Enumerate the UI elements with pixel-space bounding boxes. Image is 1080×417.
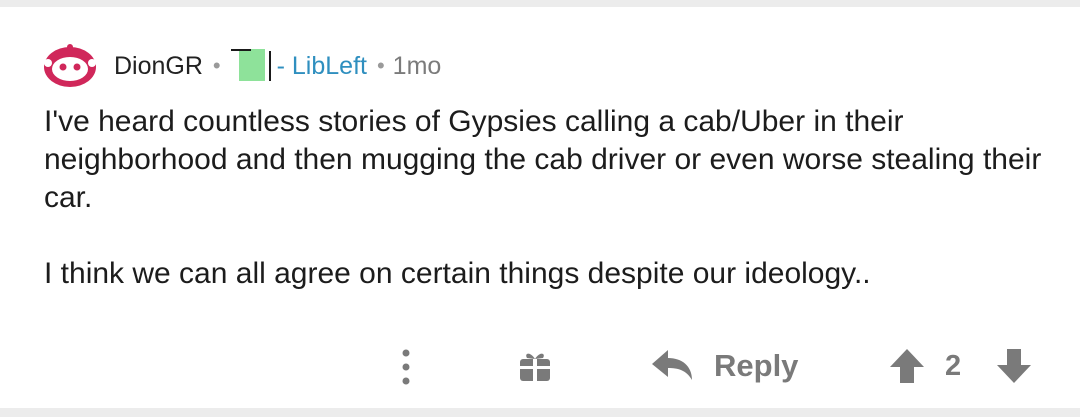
comment-header: DionGR • - LibLeft • 1mo [42,43,441,89]
snoo-avatar-icon[interactable] [42,43,98,89]
vote-score: 2 [945,350,962,382]
comment-time: 1mo [392,51,442,80]
downvote-icon[interactable] [995,347,1033,385]
comment-paragraph: I think we can all agree on certain thin… [44,257,871,290]
more-options-icon[interactable] [397,347,415,387]
meta-separator: • [212,53,221,78]
reply-label: Reply [714,348,799,383]
upvote-icon[interactable] [888,347,926,385]
comment-card: DionGR • - LibLeft • 1mo I've heard coun… [0,7,1080,408]
reply-button[interactable]: Reply [650,341,798,391]
comment-actions: Reply 2 [0,337,1080,393]
comment-paragraph: I've heard countless stories of Gypsies … [44,105,1042,214]
reply-arrow-icon [652,350,692,380]
comment-body: I've heard countless stories of Gypsies … [44,103,1044,293]
user-flair: - LibLeft [276,51,367,80]
flair-icon [230,47,271,85]
gift-icon[interactable] [518,349,552,383]
meta-separator: • [376,53,385,78]
username[interactable]: DionGR [114,52,203,81]
